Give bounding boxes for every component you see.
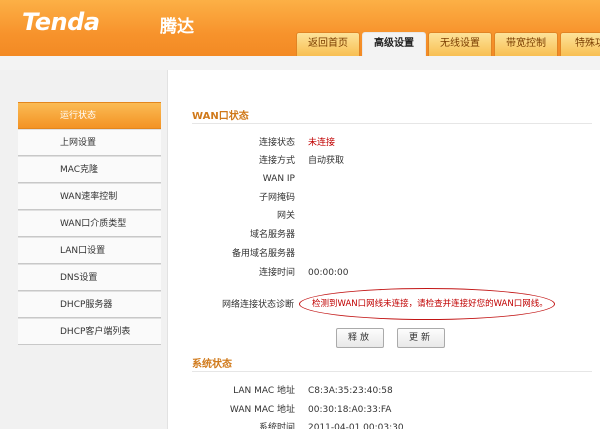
sidebar-item-lan-settings[interactable]: LAN口设置 — [18, 237, 161, 264]
system-value: 00:30:18:A0:33:FA — [308, 405, 392, 415]
wan-label: 连接时间 — [258, 268, 295, 278]
wan-label: 网关 — [276, 211, 295, 221]
system-title-divider — [192, 371, 592, 372]
sidebar-item-mac-clone[interactable]: MAC克隆 — [18, 156, 161, 183]
system-row-wan-mac: WAN MAC 地址 00:30:18:A0:33:FA — [168, 402, 600, 418]
sidebar-item-wan-media[interactable]: WAN口介质类型 — [18, 210, 161, 237]
system-status-title: 系统状态 — [192, 359, 232, 370]
wan-value: 00:00:00 — [308, 268, 349, 278]
system-row-lan-mac: LAN MAC 地址 C8:3A:35:23:40:58 — [168, 383, 600, 399]
wan-value: 未连接 — [308, 138, 336, 148]
sidebar-item-wan-speed[interactable]: WAN速率控制 — [18, 183, 161, 210]
wan-label: WAN IP — [262, 174, 295, 184]
wan-row-connection-status: 连接状态 未连接 — [168, 135, 600, 151]
system-label: LAN MAC 地址 — [233, 386, 295, 396]
system-label: WAN MAC 地址 — [229, 405, 295, 415]
system-label: 系统时间 — [258, 423, 295, 429]
release-button[interactable]: 释放 — [336, 328, 384, 348]
wan-row-dns: 域名服务器 — [168, 227, 600, 243]
main-panel: WAN口状态 连接状态 未连接 连接方式 自动获取 WAN IP 子网掩码 网关… — [167, 70, 600, 429]
tab-bandwidth-control[interactable]: 带宽控制 — [494, 32, 558, 56]
tenda-logo: Tenda — [22, 8, 100, 36]
refresh-button[interactable]: 更新 — [397, 328, 445, 348]
wan-row-wan-ip: WAN IP — [168, 171, 600, 187]
system-value: C8:3A:35:23:40:58 — [308, 386, 393, 396]
wan-label: 连接状态 — [258, 138, 295, 148]
tab-wireless-settings[interactable]: 无线设置 — [428, 32, 492, 56]
header-bar: Tenda 腾达 返回首页 高级设置 无线设置 带宽控制 特殊功 — [0, 0, 600, 57]
sidebar-item-dhcp-clients[interactable]: DHCP客户端列表 — [18, 318, 161, 345]
wan-row-alt-dns: 备用域名服务器 — [168, 246, 600, 262]
wan-value: 自动获取 — [308, 156, 345, 166]
tab-special-functions[interactable]: 特殊功 — [560, 32, 600, 56]
wan-row-subnet-mask: 子网掩码 — [168, 190, 600, 206]
wan-label: 域名服务器 — [249, 230, 295, 240]
sidebar-item-internet-settings[interactable]: 上网设置 — [18, 129, 161, 156]
system-value: 2011-04-01 00:03:30 — [308, 423, 404, 429]
wan-label: 备用域名服务器 — [231, 249, 295, 259]
diagnosis-label: 网络连接状态诊断 — [221, 300, 294, 310]
sidebar-item-dns-settings[interactable]: DNS设置 — [18, 264, 161, 291]
diagnosis-message: 检测到WAN口网线未连接，请检查并连接好您的WAN口网线。 — [312, 299, 548, 309]
tab-home[interactable]: 返回首页 — [296, 32, 360, 56]
tenda-logo-cn: 腾达 — [160, 17, 194, 37]
tab-advanced-settings[interactable]: 高级设置 — [362, 32, 426, 57]
sidebar-item-dhcp-server[interactable]: DHCP服务器 — [18, 291, 161, 318]
wan-row-gateway: 网关 — [168, 208, 600, 224]
header-strip — [0, 56, 600, 70]
wan-label: 子网掩码 — [258, 193, 295, 203]
wan-row-connection-type: 连接方式 自动获取 — [168, 153, 600, 169]
sidebar-item-running-status[interactable]: 运行状态 — [18, 102, 161, 129]
sidebar: 运行状态 上网设置 MAC克隆 WAN速率控制 WAN口介质类型 LAN口设置 … — [18, 102, 161, 345]
wan-status-title: WAN口状态 — [192, 111, 249, 122]
wan-row-connected-time: 连接时间 00:00:00 — [168, 265, 600, 281]
wan-title-divider — [192, 123, 592, 124]
system-row-system-time: 系统时间 2011-04-01 00:03:30 — [168, 420, 600, 429]
wan-label: 连接方式 — [258, 156, 295, 166]
